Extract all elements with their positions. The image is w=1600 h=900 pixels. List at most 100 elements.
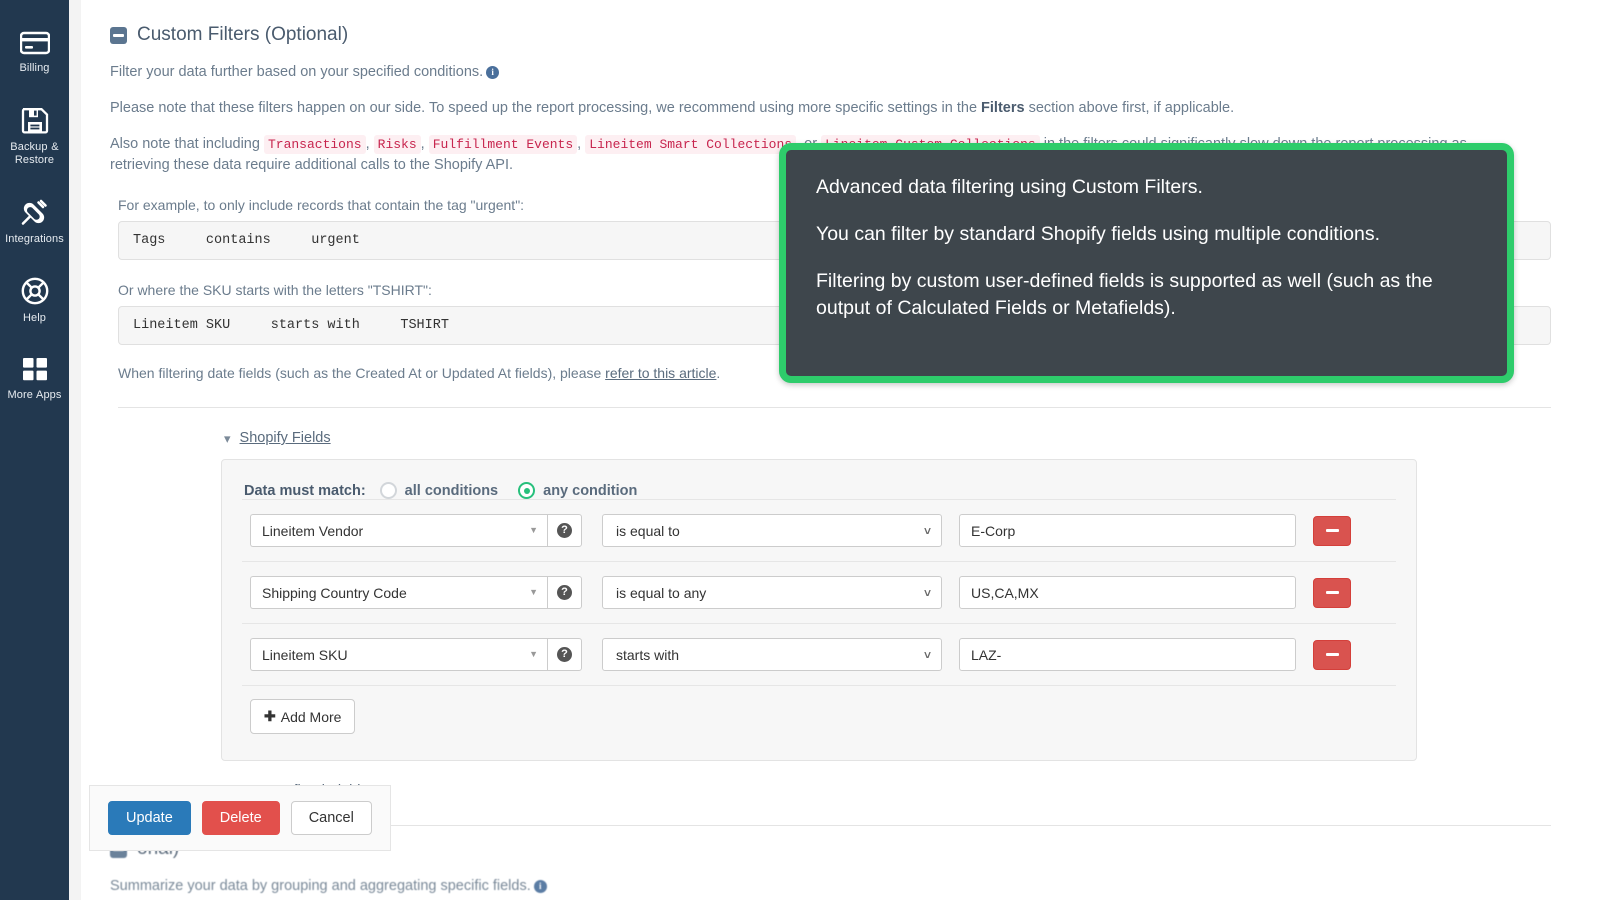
sidebar-label-more-apps: More Apps bbox=[7, 389, 62, 401]
match-label: Data must match: bbox=[244, 482, 366, 499]
field-help-button-0[interactable]: ? bbox=[547, 514, 582, 547]
left-sidebar: Billing Backup & Restore Integrations He… bbox=[0, 0, 69, 900]
desc2-bold-filters: Filters bbox=[981, 100, 1025, 116]
update-button[interactable]: Update bbox=[108, 801, 191, 835]
help-circle-icon: ? bbox=[557, 585, 572, 600]
field-select-1-value: Shipping Country Code bbox=[262, 584, 407, 601]
section-description-2: Please note that these filters happen on… bbox=[69, 98, 1499, 118]
filter-row: Lineitem Vendor ▼ ? is equal to ˅ E-Corp bbox=[242, 499, 1396, 561]
operator-select-0[interactable]: is equal to ˅ bbox=[602, 514, 942, 547]
radio-all-conditions-label: all conditions bbox=[404, 482, 499, 499]
code-lineitem-smart-collections: Lineitem Smart Collections bbox=[585, 135, 797, 154]
app-root: Billing Backup & Restore Integrations He… bbox=[0, 0, 1600, 900]
radio-option-all-conditions[interactable]: all conditions bbox=[379, 482, 499, 499]
sidebar-item-backup-restore[interactable]: Backup & Restore bbox=[0, 97, 69, 176]
callout-line-1: Advanced data filtering using Custom Fil… bbox=[816, 176, 1203, 198]
value-input-0-value: E-Corp bbox=[971, 522, 1016, 539]
section-header: Custom Filters (Optional) bbox=[69, 0, 1600, 46]
field-select-0-value: Lineitem Vendor bbox=[262, 522, 364, 539]
radio-any-condition-label: any condition bbox=[543, 482, 638, 499]
collapse-minus-icon[interactable] bbox=[110, 26, 127, 44]
field-help-button-2[interactable]: ? bbox=[547, 638, 582, 671]
sidebar-label-integrations: Integrations bbox=[5, 233, 64, 245]
desc1-text: Filter your data further based on your s… bbox=[110, 64, 484, 80]
cancel-button[interactable]: Cancel bbox=[290, 801, 372, 835]
code-fulfillment-events: Fulfillment Events bbox=[428, 135, 578, 154]
match-mode-row: Data must match: all conditions any cond… bbox=[242, 482, 1396, 499]
value-input-1-value: US,CA,MX bbox=[971, 584, 1039, 601]
remove-filter-button-2[interactable] bbox=[1313, 639, 1351, 670]
operator-select-0-value: is equal to bbox=[616, 522, 680, 539]
shopify-fields-panel: Data must match: all conditions any cond… bbox=[221, 459, 1417, 761]
field-select-1[interactable]: Shipping Country Code ▼ bbox=[250, 576, 547, 609]
field-help-button-1[interactable]: ? bbox=[547, 576, 582, 609]
operator-select-1[interactable]: is equal to any ˅ bbox=[602, 576, 942, 609]
floppy-disk-icon bbox=[21, 106, 49, 134]
filter-row: Lineitem SKU ▼ ? starts with ˅ LAZ- bbox=[242, 623, 1396, 685]
desc3-sep-2: , bbox=[420, 136, 429, 152]
field-select-2[interactable]: Lineitem SKU ▼ bbox=[250, 638, 547, 671]
operator-select-2[interactable]: starts with ˅ bbox=[602, 638, 942, 671]
desc2-suffix: section above first, if applicable. bbox=[1024, 100, 1235, 116]
sidebar-item-billing[interactable]: Billing bbox=[0, 22, 69, 84]
next-desc-text: Summarize your data by grouping and aggr… bbox=[110, 878, 531, 894]
value-input-0[interactable]: E-Corp bbox=[959, 514, 1296, 547]
operator-select-2-value: starts with bbox=[616, 646, 680, 663]
add-more-button[interactable]: ✚ Add More bbox=[250, 699, 356, 734]
life-ring-icon bbox=[21, 277, 49, 305]
field-select-0[interactable]: Lineitem Vendor ▼ bbox=[250, 514, 547, 547]
chevron-down-icon: ˅ bbox=[923, 585, 931, 600]
callout-line-2: You can filter by standard Shopify field… bbox=[816, 223, 1381, 245]
credit-card-icon bbox=[19, 31, 50, 55]
radio-all-conditions-icon[interactable] bbox=[379, 482, 397, 499]
main-content: Custom Filters (Optional) Filter your da… bbox=[69, 0, 1600, 900]
value-input-2[interactable]: LAZ- bbox=[959, 638, 1296, 671]
value-input-1[interactable]: US,CA,MX bbox=[959, 576, 1296, 609]
info-icon[interactable]: i bbox=[533, 880, 547, 893]
shopify-fields-toggle[interactable]: ▾ Shopify Fields bbox=[69, 430, 1600, 446]
code-transactions: Transactions bbox=[263, 135, 366, 154]
date-note-prefix: When filtering date fields (such as the … bbox=[118, 365, 606, 381]
radio-option-any-condition[interactable]: any condition bbox=[518, 482, 637, 499]
grid-apps-icon bbox=[21, 356, 49, 382]
plug-icon bbox=[20, 198, 50, 226]
callout-line-3: Filtering by custom user-defined fields … bbox=[816, 270, 1433, 319]
shopify-fields-label[interactable]: Shopify Fields bbox=[240, 430, 331, 446]
radio-any-condition-icon[interactable] bbox=[518, 482, 536, 499]
sidebar-label-backup-restore: Backup & Restore bbox=[10, 141, 59, 166]
desc3-prefix: Also note that including bbox=[110, 136, 264, 152]
caret-down-icon: ▼ bbox=[529, 525, 538, 535]
page-title: Custom Filters (Optional) bbox=[137, 24, 349, 45]
tooltip-callout: Advanced data filtering using Custom Fil… bbox=[779, 143, 1514, 383]
add-more-row: ✚ Add More bbox=[242, 685, 1396, 734]
remove-filter-button-1[interactable] bbox=[1313, 577, 1351, 608]
desc3-sep-1: , bbox=[365, 136, 374, 152]
sidebar-label-billing: Billing bbox=[19, 62, 50, 74]
divider-1 bbox=[118, 407, 1551, 408]
remove-filter-button-0[interactable] bbox=[1313, 515, 1351, 546]
field-select-2-value: Lineitem SKU bbox=[262, 646, 348, 663]
help-circle-icon: ? bbox=[557, 523, 572, 538]
filter-row: Shipping Country Code ▼ ? is equal to an… bbox=[242, 561, 1396, 623]
code-risks: Risks bbox=[373, 135, 421, 154]
refer-article-link[interactable]: refer to this article bbox=[605, 365, 716, 381]
add-more-label: Add More bbox=[280, 708, 342, 725]
value-input-2-value: LAZ- bbox=[971, 646, 1002, 663]
desc2-prefix: Please note that these filters happen on… bbox=[110, 100, 982, 116]
sidebar-item-help[interactable]: Help bbox=[0, 268, 69, 334]
caret-down-icon: ▼ bbox=[529, 587, 538, 597]
sidebar-item-more-apps[interactable]: More Apps bbox=[0, 347, 69, 411]
help-circle-icon: ? bbox=[557, 647, 572, 662]
delete-button[interactable]: Delete bbox=[201, 801, 280, 835]
plus-icon: ✚ bbox=[264, 708, 276, 724]
info-icon[interactable]: i bbox=[486, 66, 500, 79]
date-note-suffix: . bbox=[716, 365, 721, 381]
chevron-down-icon: ˅ bbox=[923, 647, 931, 662]
operator-select-1-value: is equal to any bbox=[616, 584, 707, 601]
next-section-description: Summarize your data by grouping and aggr… bbox=[69, 876, 1499, 896]
chevron-down-icon: ▾ bbox=[224, 430, 231, 446]
chevron-down-icon: ˅ bbox=[923, 523, 931, 538]
form-action-bar: Update Delete Cancel bbox=[89, 785, 391, 851]
section-description-1: Filter your data further based on your s… bbox=[69, 62, 1499, 82]
sidebar-item-integrations[interactable]: Integrations bbox=[0, 189, 69, 255]
